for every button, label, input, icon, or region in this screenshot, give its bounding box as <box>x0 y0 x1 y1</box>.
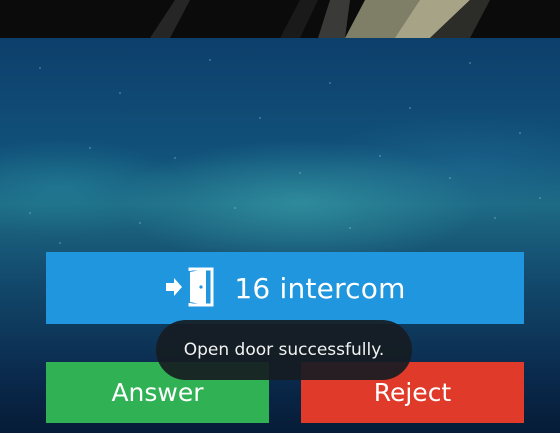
camera-preview <box>0 0 560 38</box>
status-toast: Open door successfully. <box>156 320 412 380</box>
incoming-call-banner: 16 intercom <box>46 252 524 324</box>
intercom-name: 16 intercom <box>234 271 406 305</box>
intercom-call-screen: 16 intercom Answer Reject Open door succ… <box>0 0 560 433</box>
door-open-icon <box>166 267 214 307</box>
